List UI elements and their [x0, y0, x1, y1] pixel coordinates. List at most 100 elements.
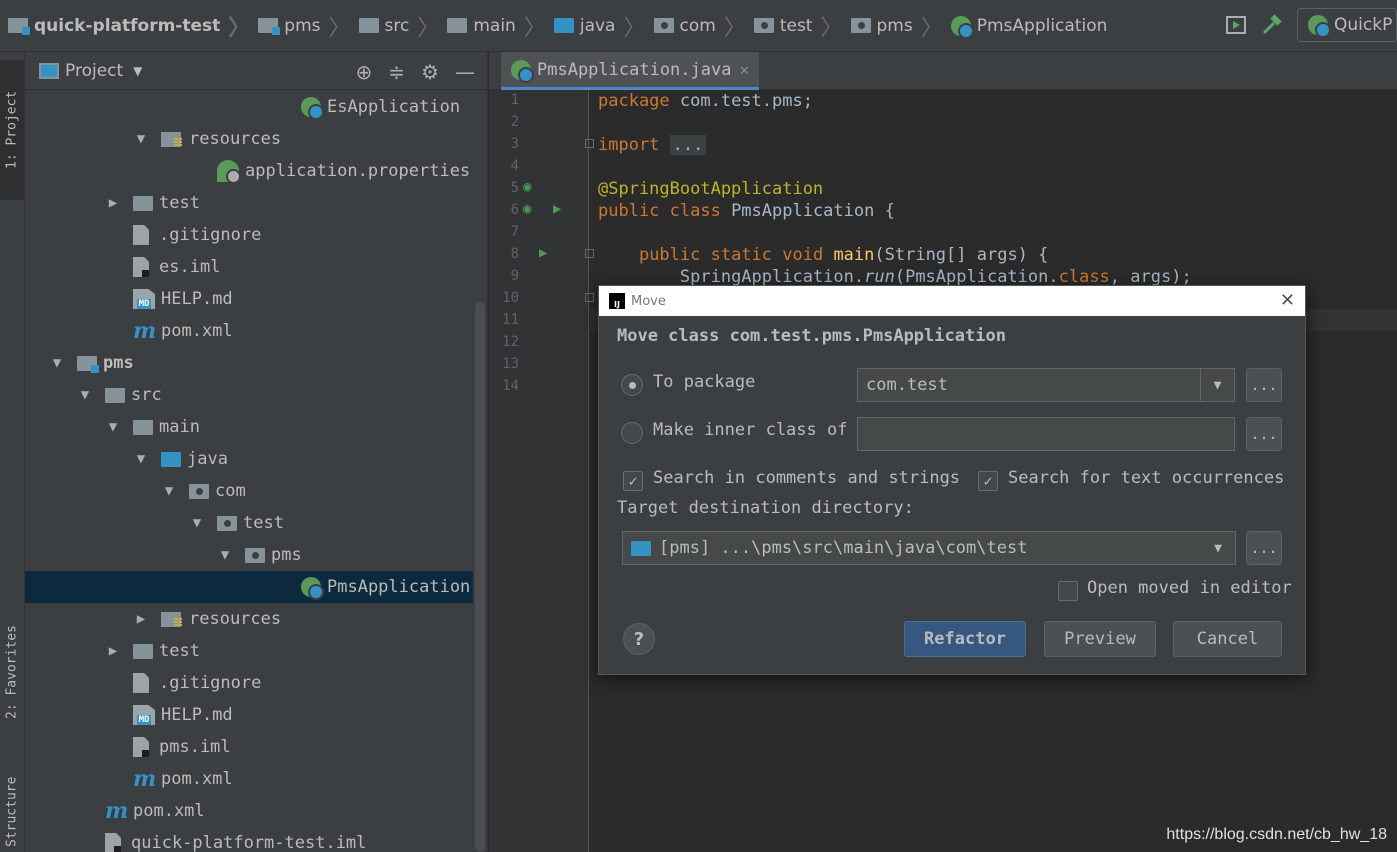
browse-class-button[interactable]: ...: [1246, 417, 1282, 451]
chevron-down-icon[interactable]: ▼: [1200, 369, 1234, 401]
breadcrumb-separator: 〉: [523, 15, 546, 41]
project-tool-tab[interactable]: 1: Project: [0, 60, 24, 200]
browse-package-button[interactable]: ...: [1246, 368, 1282, 402]
tree-node[interactable]: pms.iml: [25, 731, 473, 763]
run-class-icon[interactable]: ▶: [553, 201, 561, 217]
to-package-radio[interactable]: [621, 374, 643, 396]
fold-marker-icon[interactable]: [585, 249, 594, 258]
dialog-title-bar: IJ Move ✕: [599, 286, 1305, 316]
help-button[interactable]: ?: [623, 623, 655, 655]
tree-node[interactable]: .gitignore: [25, 667, 473, 699]
structure-tool-tab[interactable]: Structure: [0, 772, 24, 852]
chevron-down-icon[interactable]: ▼: [133, 64, 142, 78]
tree-node[interactable]: ▼ java: [25, 443, 473, 475]
tree-node-label: .gitignore: [159, 673, 262, 693]
breadcrumb-item[interactable]: pms 〉: [258, 0, 358, 52]
run-main-icon[interactable]: ▶: [539, 245, 547, 261]
breadcrumb-item[interactable]: java 〉: [553, 0, 654, 52]
breadcrumb-item[interactable]: com 〉: [653, 0, 754, 52]
tree-node[interactable]: application.properties: [25, 155, 473, 187]
project-panel-header: Project ▼ ⊕ ≑ ⚙ —: [25, 52, 487, 90]
tree-node[interactable]: MD HELP.md: [25, 283, 473, 315]
expanded-arrow-icon[interactable]: ▼: [161, 483, 177, 499]
spring-bean-gutter-icon[interactable]: ◉: [523, 179, 531, 195]
expanded-arrow-icon[interactable]: ▼: [77, 387, 93, 403]
fold-marker-icon[interactable]: [585, 139, 594, 148]
breadcrumb-item[interactable]: quick-platform-test 〉: [8, 0, 258, 52]
editor-tab[interactable]: PmsApplication.java ✕: [501, 52, 760, 90]
tree-node[interactable]: ▼ test: [25, 507, 473, 539]
tree-node[interactable]: m pom.xml: [25, 795, 473, 827]
expanded-arrow-icon[interactable]: ▼: [133, 451, 149, 467]
chevron-down-icon[interactable]: ▼: [1201, 532, 1235, 564]
tree-node[interactable]: quick-platform-test.iml: [25, 827, 473, 852]
search-comments-checkbox[interactable]: ✓: [623, 471, 643, 491]
tree-node[interactable]: ▶ resources: [25, 603, 473, 635]
folder-icon: [133, 419, 153, 435]
expanded-arrow-icon[interactable]: ▼: [49, 355, 65, 371]
fold-marker-icon[interactable]: [585, 293, 594, 302]
tree-node[interactable]: m pom.xml: [25, 763, 473, 795]
expanded-arrow-icon[interactable]: ▼: [189, 515, 205, 531]
editor-tab-label: PmsApplication.java: [537, 59, 732, 80]
tree-node[interactable]: MD HELP.md: [25, 699, 473, 731]
tree-node[interactable]: ▼ pms: [25, 347, 473, 379]
breadcrumb-item[interactable]: pms 〉: [850, 0, 951, 52]
hide-icon[interactable]: —: [455, 60, 475, 84]
inner-class-input[interactable]: [857, 417, 1235, 451]
preview-button[interactable]: Preview: [1044, 621, 1156, 657]
project-scrollbar[interactable]: [475, 302, 485, 852]
tree-node-label: pom.xml: [161, 769, 233, 789]
tree-node[interactable]: ▼ src: [25, 379, 473, 411]
close-icon[interactable]: ✕: [1280, 290, 1295, 311]
tree-node[interactable]: ▼ pms: [25, 539, 473, 571]
expanded-arrow-icon[interactable]: ▼: [217, 547, 233, 563]
collapsed-arrow-icon[interactable]: ▶: [133, 611, 149, 627]
tree-node[interactable]: ▼ main: [25, 411, 473, 443]
tree-node[interactable]: ▶ test: [25, 187, 473, 219]
expanded-arrow-icon[interactable]: ▼: [133, 131, 149, 147]
locate-icon[interactable]: ⊕: [356, 60, 373, 84]
run-configuration-selector[interactable]: QuickP: [1297, 8, 1397, 42]
tree-node[interactable]: es.iml: [25, 251, 473, 283]
favorites-tool-tab[interactable]: 2: Favorites: [0, 592, 24, 752]
tree-node[interactable]: ▼ com: [25, 475, 473, 507]
tree-node[interactable]: ▼ resources: [25, 123, 473, 155]
search-text-checkbox[interactable]: ✓: [978, 471, 998, 491]
collapsed-arrow-icon[interactable]: ▶: [105, 643, 121, 659]
target-dir-combo[interactable]: [pms] ...\pms\src\main\java\com\test ▼: [622, 531, 1236, 565]
collapse-all-icon[interactable]: ≑: [388, 60, 405, 84]
editor-gutter: ◉ ◉ ▶ ▶ 1 2 3 4 5 6 7 8 9 10 11 12 13 14: [489, 90, 594, 852]
browse-dir-button[interactable]: ...: [1246, 531, 1282, 565]
inner-class-radio[interactable]: [621, 422, 643, 444]
line-number: 4: [510, 158, 519, 174]
tree-node[interactable]: EsApplication: [25, 91, 473, 123]
project-panel: Project ▼ ⊕ ≑ ⚙ — EsApplication ▼ resource…: [25, 52, 488, 852]
breadcrumb-separator: 〉: [417, 15, 440, 41]
breadcrumb-item[interactable]: src 〉: [358, 0, 448, 52]
cancel-button[interactable]: Cancel: [1173, 621, 1282, 657]
gear-icon[interactable]: ⚙: [421, 60, 439, 84]
line-number: 12: [502, 334, 519, 350]
breadcrumb-item[interactable]: main 〉: [447, 0, 554, 52]
package-combo[interactable]: com.test ▼: [857, 368, 1235, 402]
breadcrumb-item[interactable]: test 〉: [753, 0, 851, 52]
tree-node[interactable]: m pom.xml: [25, 315, 473, 347]
source-folder-icon: [631, 540, 651, 556]
project-view-selector[interactable]: Project: [65, 61, 123, 81]
tree-node[interactable]: PmsApplication: [25, 571, 473, 603]
run-window-icon[interactable]: [1225, 14, 1247, 36]
breadcrumb-item[interactable]: PmsApplication: [950, 0, 1108, 52]
build-hammer-icon[interactable]: [1261, 14, 1283, 36]
tree-node[interactable]: .gitignore: [25, 219, 473, 251]
spring-app-gutter-icon[interactable]: ◉: [523, 201, 531, 217]
tree-node[interactable]: ▶ test: [25, 635, 473, 667]
expanded-arrow-icon[interactable]: ▼: [105, 419, 121, 435]
close-icon[interactable]: ✕: [739, 60, 749, 79]
breadcrumb-label: PmsApplication: [976, 15, 1108, 36]
collapsed-arrow-icon[interactable]: ▶: [105, 195, 121, 211]
refactor-button[interactable]: Refactor: [904, 621, 1026, 657]
line-number: 5: [510, 180, 519, 196]
package-icon: [217, 515, 237, 531]
open-in-editor-checkbox[interactable]: [1058, 581, 1078, 601]
